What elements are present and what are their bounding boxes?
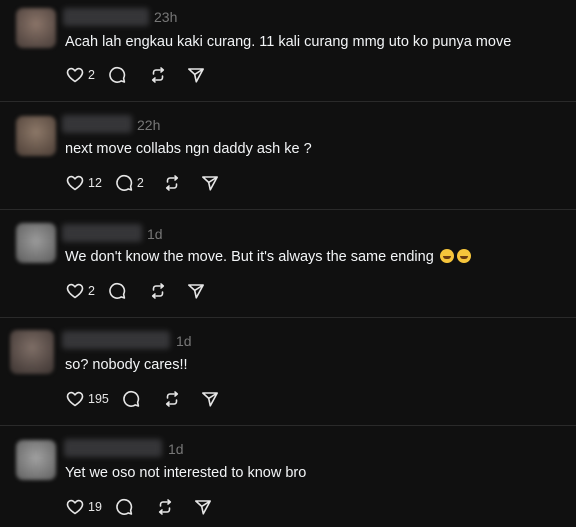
- reply-button[interactable]: [107, 65, 130, 85]
- username-blurred[interactable]: [62, 331, 170, 349]
- comment-bubble-icon: [109, 66, 126, 83]
- avatar[interactable]: [16, 223, 56, 263]
- repost-icon: [151, 283, 165, 299]
- reply-feed: 23h Acah lah engkau kaki curang. 11 kali…: [0, 0, 576, 527]
- action-bar: 12 2: [65, 173, 220, 193]
- comment-bubble-icon: [116, 498, 133, 515]
- reply-button[interactable]: [121, 389, 144, 409]
- reply-item: 22h next move collabs ngn daddy ash ke ?…: [0, 102, 576, 210]
- avatar[interactable]: [16, 440, 56, 480]
- like-count: 19: [88, 500, 102, 514]
- avatar[interactable]: [16, 8, 56, 48]
- action-bar: 195: [65, 389, 220, 409]
- action-bar: 2: [65, 65, 206, 85]
- repost-icon: [165, 391, 178, 407]
- share-button[interactable]: [193, 497, 213, 517]
- share-button[interactable]: [200, 173, 220, 193]
- comment-bubble-icon: [123, 390, 140, 407]
- timestamp: 1d: [176, 333, 192, 349]
- like-count: 2: [88, 68, 95, 82]
- send-icon: [201, 176, 218, 191]
- username-blurred[interactable]: [62, 115, 132, 133]
- heart-icon: [66, 175, 84, 191]
- repost-button[interactable]: [162, 173, 182, 193]
- heart-icon: [66, 499, 84, 515]
- reply-item: 1d Yet we oso not interested to know bro…: [0, 426, 576, 527]
- like-button[interactable]: 12: [65, 173, 102, 193]
- username-blurred[interactable]: [63, 8, 149, 26]
- reply-item: 23h Acah lah engkau kaki curang. 11 kali…: [0, 0, 576, 102]
- reply-button[interactable]: [114, 497, 137, 517]
- heart-icon: [66, 67, 84, 83]
- action-bar: 19: [65, 497, 213, 517]
- send-icon: [187, 68, 204, 83]
- rolling-on-floor-laughing-emoji: [456, 249, 471, 263]
- share-button[interactable]: [186, 281, 206, 301]
- send-icon: [201, 392, 218, 407]
- username-blurred[interactable]: [64, 439, 162, 457]
- avatar[interactable]: [10, 330, 54, 374]
- repost-button[interactable]: [162, 389, 182, 409]
- reply-text: Yet we oso not interested to know bro: [65, 465, 307, 481]
- timestamp: 23h: [154, 9, 178, 25]
- share-button[interactable]: [186, 65, 206, 85]
- share-button[interactable]: [200, 389, 220, 409]
- repost-icon: [151, 67, 165, 83]
- reply-button[interactable]: [107, 281, 130, 301]
- heart-icon: [66, 283, 84, 299]
- reply-text: so? nobody cares!!: [65, 357, 188, 373]
- like-button[interactable]: 19: [65, 497, 102, 517]
- reply-item: 1d We don't know the move. But it's alwa…: [0, 210, 576, 318]
- heart-icon: [66, 391, 84, 407]
- like-count: 2: [88, 284, 95, 298]
- reply-text-content: We don't know the move. But it's always …: [65, 249, 434, 265]
- reply-text: next move collabs ngn daddy ash ke ?: [65, 141, 312, 157]
- loudly-crying-face-emoji: [439, 249, 454, 263]
- timestamp: 1d: [147, 226, 163, 242]
- comment-bubble-icon: [116, 174, 133, 191]
- reply-text: We don't know the move. But it's always …: [65, 247, 471, 267]
- reply-item: 1d so? nobody cares!! 195: [0, 318, 576, 426]
- repost-icon: [165, 175, 178, 191]
- avatar[interactable]: [16, 116, 56, 156]
- comment-bubble-icon: [109, 282, 126, 299]
- reply-count: 2: [136, 176, 144, 190]
- repost-button[interactable]: [148, 65, 168, 85]
- repost-icon: [158, 499, 172, 515]
- send-icon: [194, 500, 211, 515]
- like-button[interactable]: 195: [65, 389, 109, 409]
- repost-button[interactable]: [155, 497, 175, 517]
- like-count: 12: [88, 176, 102, 190]
- timestamp: 22h: [137, 117, 161, 133]
- like-count: 195: [88, 392, 109, 406]
- reply-text: Acah lah engkau kaki curang. 11 kali cur…: [65, 34, 512, 50]
- reply-button[interactable]: 2: [114, 173, 144, 193]
- action-bar: 2: [65, 281, 206, 301]
- username-blurred[interactable]: [62, 224, 142, 242]
- like-button[interactable]: 2: [65, 281, 95, 301]
- timestamp: 1d: [168, 441, 184, 457]
- repost-button[interactable]: [148, 281, 168, 301]
- send-icon: [187, 284, 204, 299]
- like-button[interactable]: 2: [65, 65, 95, 85]
